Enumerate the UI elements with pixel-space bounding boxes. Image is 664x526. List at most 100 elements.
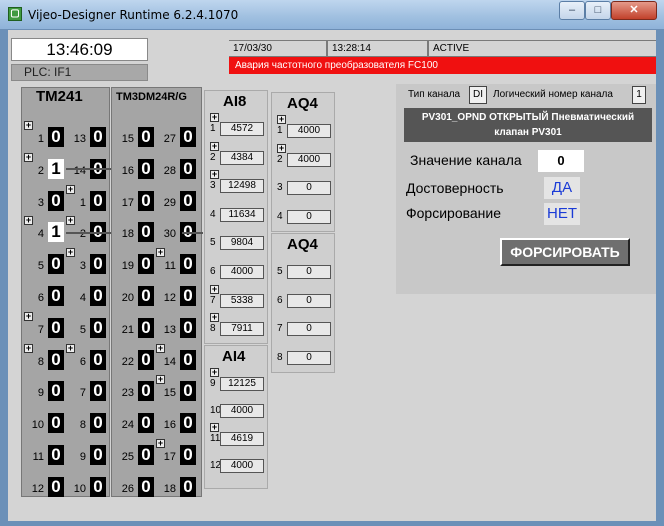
tm3-channel-left-9[interactable]: 23 0 <box>114 375 156 402</box>
ai4-title: AI4 <box>222 348 246 365</box>
tm241-channel-left-1[interactable]: +1 0 <box>24 121 66 147</box>
tm3-channel-left-5[interactable]: 19 0 <box>114 248 156 275</box>
tm3-channel-left-3[interactable]: 17 0 <box>114 185 156 211</box>
tm241-channel-left-9[interactable]: 90 <box>24 375 66 402</box>
expand-icon[interactable]: + <box>24 343 33 353</box>
ai8-row-4[interactable]: 4 11634 <box>208 207 266 222</box>
expand-icon[interactable]: + <box>156 439 165 448</box>
tm3-channel-right-11[interactable]: +17 0 <box>156 439 198 465</box>
tm241-channel-right-10[interactable]: 80 <box>66 407 108 434</box>
tm3-channel-right-2[interactable]: 28 0 <box>156 153 198 179</box>
expand-icon[interactable]: + <box>210 113 219 122</box>
expand-icon[interactable]: + <box>210 170 219 180</box>
aq4a-row-3[interactable]: 30 <box>275 181 333 196</box>
tm3-channel-left-4[interactable]: 18 0 <box>114 216 156 243</box>
aq4b-row-7[interactable]: 70 <box>275 322 333 337</box>
expand-icon[interactable]: + <box>24 121 33 130</box>
expand-icon[interactable]: + <box>24 152 33 162</box>
expand-icon[interactable]: + <box>210 141 219 151</box>
ai8-row-3[interactable]: +3 12498 <box>208 170 266 194</box>
channel-type-field[interactable]: DI <box>469 86 487 104</box>
alarm-banner[interactable]: 17/03/30 13:28:14 ACTIVE Авария частотно… <box>229 40 656 74</box>
tm241-channel-left-10[interactable]: 10 0 <box>24 407 66 434</box>
tm241-channel-right-5[interactable]: +3 0 <box>66 248 108 275</box>
expand-icon[interactable]: + <box>210 422 219 432</box>
ai4-row-11[interactable]: +11 4619 <box>208 422 266 446</box>
tm3-channel-left-10[interactable]: 24 0 <box>114 407 156 434</box>
tm3-channel-left-7[interactable]: 21 0 <box>114 312 156 338</box>
tm3-channel-right-1[interactable]: 27 0 <box>156 121 198 147</box>
logical-number-field[interactable]: 1 <box>632 86 646 104</box>
ai8-row-7[interactable]: +7 5338 <box>208 284 266 308</box>
tm3-channel-right-9[interactable]: +15 0 <box>156 375 198 402</box>
tm3-channel-right-8[interactable]: +14 0 <box>156 343 198 370</box>
tm241-channel-right-11[interactable]: 90 <box>66 439 108 465</box>
expand-icon[interactable]: + <box>156 343 165 353</box>
tm3-channel-left-12[interactable]: 26 0 <box>114 471 156 497</box>
ai8-row-1[interactable]: +1 4572 <box>208 113 266 136</box>
tm241-channel-left-6[interactable]: 60 <box>24 280 66 306</box>
tm3-channel-left-6[interactable]: 20 0 <box>114 280 156 306</box>
tm3-channel-left-11[interactable]: 25 0 <box>114 439 156 465</box>
tm3-channel-right-5[interactable]: +11 0 <box>156 248 198 275</box>
aq4b-row-5[interactable]: 50 <box>275 265 333 279</box>
tm241-channel-left-7[interactable]: +7 0 <box>24 311 66 338</box>
tm241-channel-right-6[interactable]: 40 <box>66 280 108 306</box>
tm3-channel-left-2[interactable]: 16 0 <box>114 153 156 179</box>
expand-icon[interactable]: + <box>277 115 286 124</box>
ai8-row-2[interactable]: +2 4384 <box>208 141 266 165</box>
channel-name-line-1: PV301_OPND ОТКРЫТЫЙ Пневматический <box>421 112 635 123</box>
expand-icon[interactable]: + <box>66 343 75 353</box>
tm241-channel-left-3[interactable]: 30 <box>24 185 66 211</box>
expand-icon[interactable]: + <box>156 248 165 258</box>
ai4-row-9[interactable]: +9 12125 <box>208 368 266 391</box>
tm241-channel-right-12[interactable]: 10 0 <box>66 471 108 497</box>
ai4-row-10[interactable]: 10 4000 <box>208 404 266 419</box>
tm241-channel-left-5[interactable]: 50 <box>24 248 66 275</box>
ai4-row-12[interactable]: 12 4000 <box>208 458 266 473</box>
tm241-channel-right-4[interactable]: +20 <box>66 216 108 243</box>
tm241-channel-right-3[interactable]: +1 0 <box>66 184 108 211</box>
tm241-channel-right-1[interactable]: 13 0 <box>66 121 108 147</box>
tm3-channel-left-1[interactable]: 15 0 <box>114 121 156 147</box>
tm241-channel-left-12[interactable]: 12 0 <box>24 471 66 497</box>
ai8-row-6[interactable]: 6 4000 <box>208 265 266 279</box>
tm241-channel-right-8[interactable]: +6 0 <box>66 343 108 370</box>
force-button[interactable]: ФОРСИРОВАТЬ <box>500 238 630 266</box>
expand-icon[interactable]: + <box>66 216 75 226</box>
tm3-channel-left-8[interactable]: 22 0 <box>114 344 156 370</box>
tm3-channel-right-4[interactable]: 300 <box>156 216 198 243</box>
aq4b-row-6[interactable]: 60 <box>275 293 333 308</box>
tm241-channel-left-4[interactable]: +4 1 <box>24 216 66 243</box>
tm3-channel-right-3[interactable]: 29 0 <box>156 185 198 211</box>
aq4b-row-8[interactable]: 80 <box>275 350 333 365</box>
expand-icon[interactable]: + <box>210 368 219 377</box>
aq4a-row-1[interactable]: +1 4000 <box>275 115 333 138</box>
minimize-button[interactable]: – <box>559 1 585 20</box>
tm241-channel-right-2[interactable]: 140 <box>66 153 108 179</box>
tm241-channel-right-7[interactable]: 50 <box>66 312 108 338</box>
close-button[interactable]: ✕ <box>611 1 657 20</box>
ai8-row-5[interactable]: 5 9804 <box>208 236 266 251</box>
ai8-row-8[interactable]: +8 7911 <box>208 313 266 337</box>
tm241-channel-left-8[interactable]: +8 0 <box>24 343 66 370</box>
aq4a-row-4[interactable]: 40 <box>275 209 333 224</box>
aq4a-row-2[interactable]: +2 4000 <box>275 143 333 167</box>
channel-number: 8 <box>210 323 216 335</box>
expand-icon[interactable]: + <box>24 311 33 321</box>
tm241-channel-right-9[interactable]: 70 <box>66 375 108 402</box>
tm3-channel-right-12[interactable]: 18 0 <box>156 471 198 497</box>
tm3-channel-right-6[interactable]: 12 0 <box>156 280 198 306</box>
tm241-channel-left-2[interactable]: +2 1 <box>24 152 66 179</box>
tm3-channel-right-10[interactable]: 16 0 <box>156 407 198 434</box>
expand-icon[interactable]: + <box>277 143 286 153</box>
expand-icon[interactable]: + <box>210 313 219 323</box>
expand-icon[interactable]: + <box>210 284 219 294</box>
expand-icon[interactable]: + <box>156 375 165 385</box>
tm3-channel-right-7[interactable]: 13 0 <box>156 312 198 338</box>
tm241-channel-left-11[interactable]: 11 0 <box>24 439 66 465</box>
expand-icon[interactable]: + <box>24 216 33 226</box>
maximize-button[interactable]: □ <box>585 1 611 20</box>
expand-icon[interactable]: + <box>66 184 75 194</box>
expand-icon[interactable]: + <box>66 248 75 258</box>
